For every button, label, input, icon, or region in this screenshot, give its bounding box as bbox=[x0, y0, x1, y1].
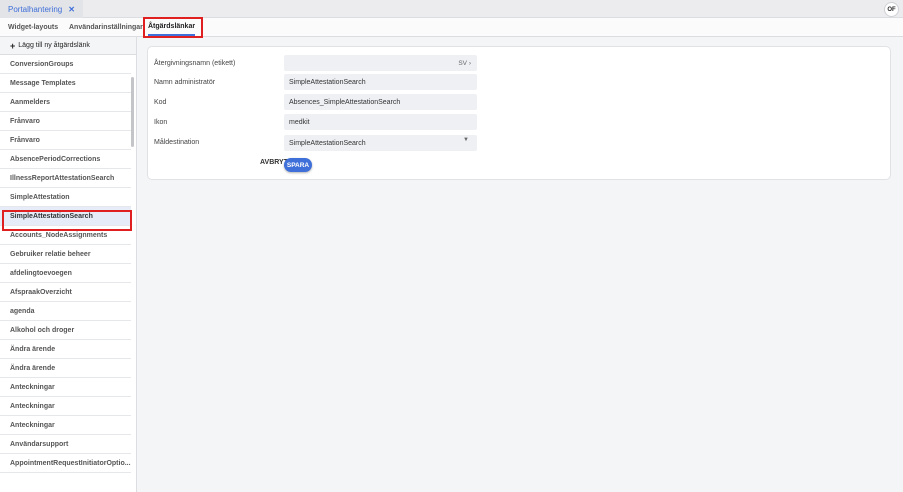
code-label: Kod bbox=[154, 99, 167, 106]
list-item[interactable]: afdelingtoevoegen bbox=[0, 264, 131, 283]
icon-label: Ikon bbox=[154, 119, 168, 126]
list-item[interactable]: Användarsupport bbox=[0, 435, 131, 454]
list-item[interactable]: Anteckningar bbox=[0, 378, 131, 397]
action-link-list: ConversionGroups Message Templates Aanmeld… bbox=[0, 55, 131, 473]
plus-icon: + bbox=[10, 40, 16, 51]
list-item[interactable]: SimpleAttestationSearch bbox=[0, 207, 131, 226]
list-item[interactable]: Alkohol och droger bbox=[0, 321, 131, 340]
admin-name-label: Namn administratör bbox=[154, 79, 216, 86]
list-item[interactable]: ConversionGroups bbox=[0, 55, 131, 74]
list-item[interactable]: Accounts_NodeAssignments bbox=[0, 226, 131, 245]
icon-value: medkit bbox=[289, 118, 310, 126]
add-action-link-label: Lägg till ny åtgärdslänk bbox=[18, 42, 90, 49]
sidebar: + Lägg till ny åtgärdslänk ConversionGro… bbox=[0, 37, 137, 492]
edit-form-card: Återgivningsnamn (etikett) SV › Namn adm… bbox=[147, 46, 891, 180]
target-select[interactable]: SimpleAttestationSearch ▼ bbox=[284, 135, 477, 151]
admin-name-value: SimpleAttestationSearch bbox=[289, 78, 366, 86]
display-name-label: Återgivningsnamn (etikett) bbox=[154, 60, 236, 67]
list-item[interactable]: Frånvaro bbox=[0, 112, 131, 131]
subtab-bar: Widget-layouts Användarinställningar Åtg… bbox=[0, 18, 903, 37]
list-item[interactable]: AbsencePeriodCorrections bbox=[0, 150, 131, 169]
sidebar-scrollbar[interactable] bbox=[131, 55, 135, 492]
list-item[interactable]: AfspraakOverzicht bbox=[0, 283, 131, 302]
list-item[interactable]: agenda bbox=[0, 302, 131, 321]
icon-input[interactable]: medkit bbox=[284, 114, 477, 130]
top-bar: Portalhantering ✕ OF bbox=[0, 0, 903, 18]
scrollbar-thumb[interactable] bbox=[131, 77, 134, 147]
language-selector[interactable]: SV › bbox=[458, 60, 471, 67]
list-item[interactable]: IllnessReportAttestationSearch bbox=[0, 169, 131, 188]
target-value: SimpleAttestationSearch bbox=[289, 139, 366, 147]
app-root: Portalhantering ✕ OF Widget-layouts Anvä… bbox=[0, 0, 903, 492]
list-item[interactable]: Aanmelders bbox=[0, 93, 131, 112]
tab-widget-layouts[interactable]: Widget-layouts bbox=[8, 18, 58, 36]
tab-label: Portalhantering bbox=[8, 4, 63, 14]
tab-action-links[interactable]: Åtgärdslänkar bbox=[148, 18, 196, 36]
display-name-input[interactable]: SV › bbox=[284, 55, 477, 71]
list-item[interactable]: Gebruiker relatie beheer bbox=[0, 245, 131, 264]
admin-name-input[interactable]: SimpleAttestationSearch bbox=[284, 74, 477, 90]
list-item[interactable]: Anteckningar bbox=[0, 416, 131, 435]
save-button[interactable]: SPARA bbox=[284, 158, 312, 172]
chevron-down-icon: ▼ bbox=[463, 137, 469, 143]
list-item[interactable]: Ändra ärende bbox=[0, 359, 131, 378]
tab-user-settings[interactable]: Användarinställningar bbox=[69, 18, 143, 36]
list-item[interactable]: Frånvaro bbox=[0, 131, 131, 150]
list-item[interactable]: SimpleAttestation bbox=[0, 188, 131, 207]
avatar[interactable]: OF bbox=[884, 2, 899, 17]
code-value: Absences_SimpleAttestationSearch bbox=[289, 98, 401, 106]
close-icon[interactable]: ✕ bbox=[68, 5, 75, 14]
list-item[interactable]: Anteckningar bbox=[0, 397, 131, 416]
list-item[interactable]: Message Templates bbox=[0, 74, 131, 93]
list-item[interactable]: AppointmentRequestInitiatorOptio... bbox=[0, 454, 131, 473]
list-item[interactable]: Ändra ärende bbox=[0, 340, 131, 359]
code-input[interactable]: Absences_SimpleAttestationSearch bbox=[284, 94, 477, 110]
tab-portalhantering[interactable]: Portalhantering ✕ bbox=[0, 0, 83, 18]
add-action-link-button[interactable]: + Lägg till ny åtgärdslänk bbox=[0, 37, 136, 55]
target-label: Måldestination bbox=[154, 139, 200, 146]
